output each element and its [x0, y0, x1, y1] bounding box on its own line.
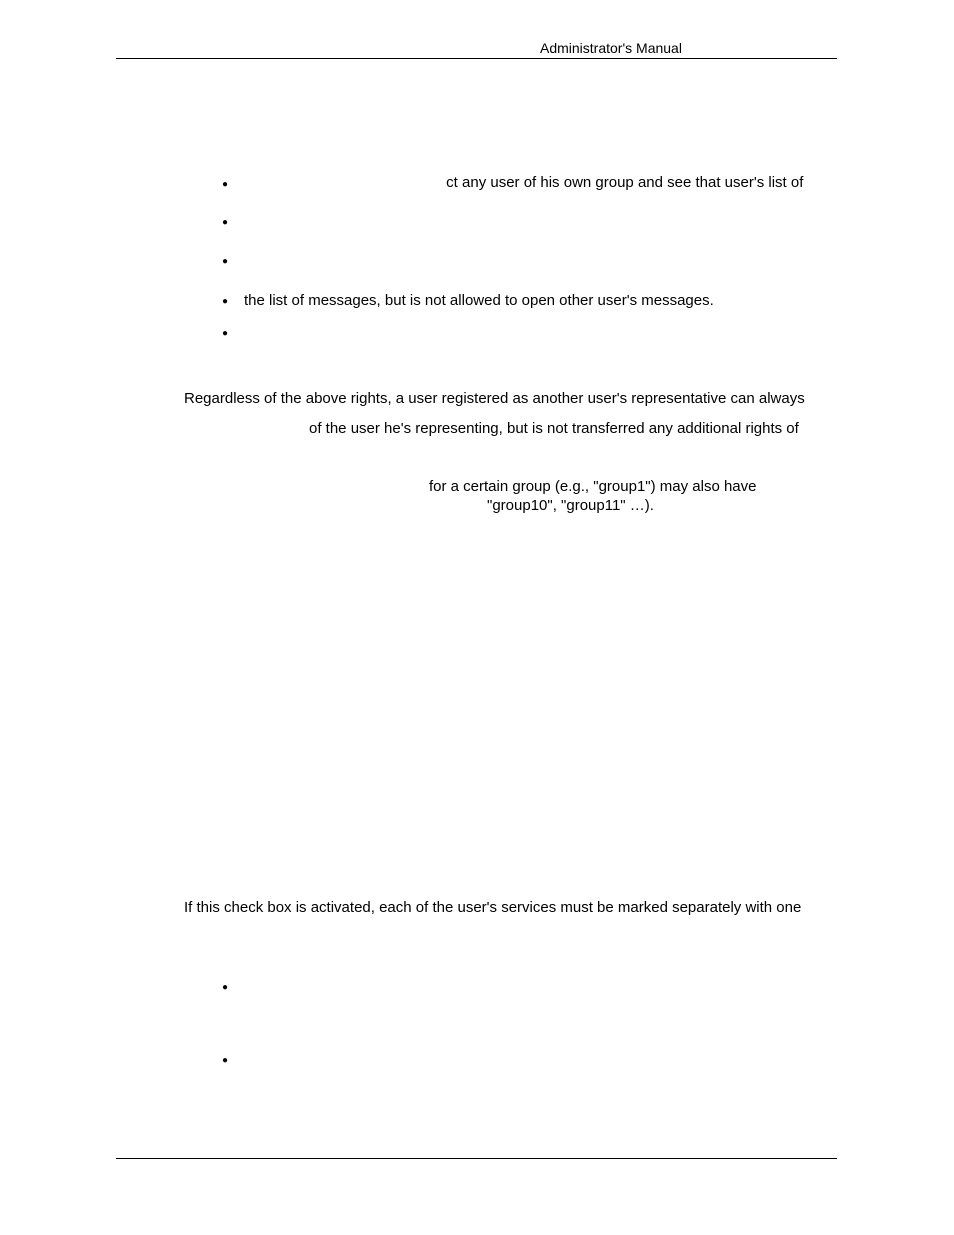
bullet-dot-icon: ●	[222, 249, 232, 270]
bullet-item-3: ● the list of messages, but is not allow…	[222, 249, 714, 312]
paragraph-group2: "group10", "group11" …).	[487, 495, 654, 517]
paragraph-checkbox: If this check box is activated, each of …	[184, 897, 801, 919]
bullet-item-4: ●	[222, 289, 232, 311]
running-header: Administrator's Manual	[540, 38, 682, 58]
bullet-dot-icon: ●	[222, 1048, 232, 1069]
bullet-dot-icon: ●	[222, 289, 232, 310]
bullet1-text: ct any user of his own group and see tha…	[236, 172, 803, 194]
bullet-item-1: ● ct any user of his own group and see t…	[222, 172, 803, 194]
bullet-item-6: ●	[222, 975, 232, 997]
paragraph-regardless: Regardless of the above rights, a user r…	[184, 388, 805, 410]
bullet-dot-icon: ●	[222, 172, 232, 193]
bullet-item-5: ●	[222, 321, 232, 343]
bullet3-text: the list of messages, but is not allowed…	[222, 271, 714, 312]
bullet-dot-icon: ●	[222, 321, 232, 342]
bullet-dot-icon: ●	[222, 975, 232, 996]
bullet-item-7: ●	[222, 1048, 232, 1070]
page-container: Administrator's Manual ● ct any user of …	[0, 0, 954, 1235]
paragraph-representing: of the user he's representing, but is no…	[309, 418, 799, 440]
bullet-item-2: ●	[222, 210, 232, 232]
footer-rule	[116, 1158, 837, 1159]
bullet-dot-icon: ●	[222, 210, 232, 231]
header-rule	[116, 58, 837, 59]
